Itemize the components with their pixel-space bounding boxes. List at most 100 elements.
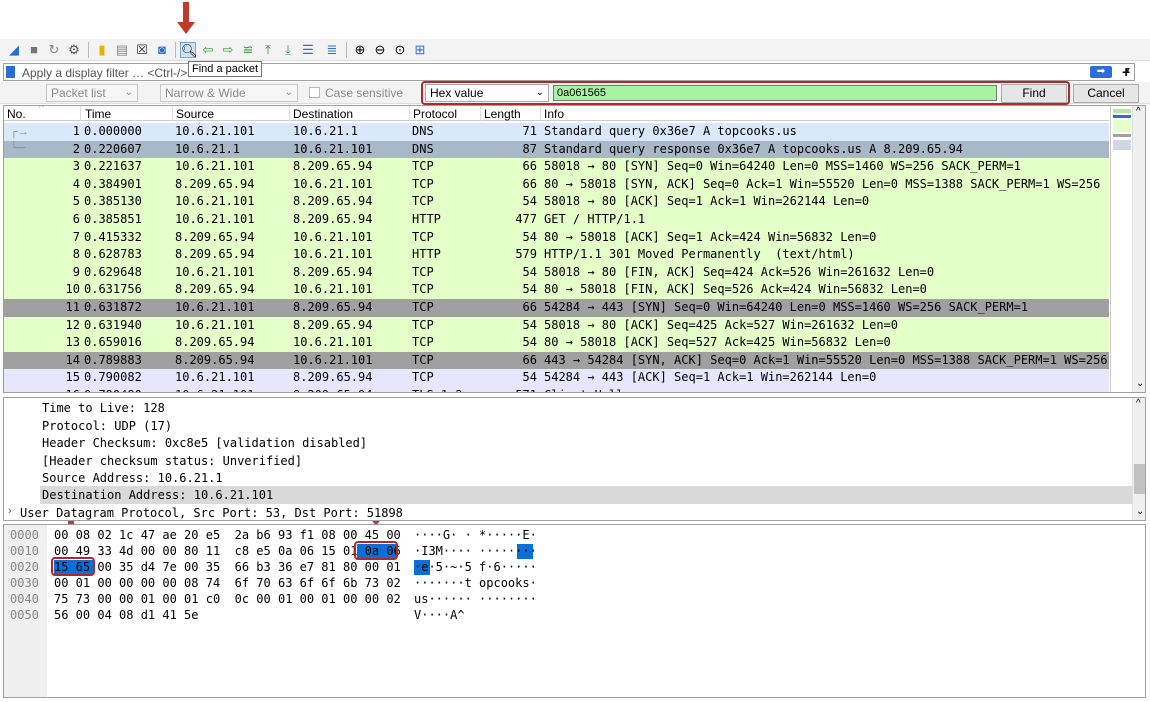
packet-row[interactable]: 10 0.631756 8.209.65.94 10.6.21.101 TCP 54 80 …	[4, 281, 1109, 299]
annotation-box-find-bar	[421, 81, 1070, 105]
detail-line[interactable]: Time to Live: 128	[42, 400, 165, 418]
packet-row[interactable]: 11 0.631872 10.6.21.101 8.209.65.94 TCP 66 542…	[4, 299, 1109, 317]
shark-fin-icon[interactable]: ◢	[6, 42, 22, 58]
char-width-select[interactable]: Narrow & Wide ⌄	[160, 84, 298, 102]
packet-length: 71	[522, 124, 537, 138]
reload-icon[interactable]: ◙	[154, 42, 170, 58]
packet-row[interactable]: 12 0.631940 10.6.21.101 8.209.65.94 TCP 54 580…	[4, 316, 1109, 335]
packet-destination: 8.209.65.94	[293, 264, 373, 279]
restart-icon[interactable]: ↻	[46, 42, 62, 58]
apply-filter-arrow-icon[interactable]: ➡	[1090, 66, 1112, 78]
bytes-ascii[interactable]: ·······t opcooks·	[414, 575, 537, 591]
column-header-source[interactable]: Source	[176, 107, 214, 121]
detail-line[interactable]: [Header checksum status: Unverified]	[42, 453, 302, 471]
go-back-icon[interactable]: ⇦	[200, 42, 216, 58]
packet-bytes[interactable]: 0000 00 08 02 1c 47 ae 20 e5 2a b6 93 f1…	[3, 524, 1146, 698]
scroll-thumb[interactable]	[1134, 464, 1145, 494]
details-scrollbar[interactable]: ^ ⌄	[1132, 398, 1145, 520]
bytes-hex[interactable]: 15 65 00 35 d4 7e 00 35 66 b3 36 e7 81 8…	[54, 559, 401, 575]
packet-minimap[interactable]	[1110, 106, 1132, 392]
detail-line-selected[interactable]: Destination Address: 10.6.21.101	[42, 487, 273, 505]
search-in-select[interactable]: Packet list ⌄	[46, 84, 138, 102]
packet-source: 10.6.21.101	[175, 300, 255, 314]
minimap-mark	[1113, 134, 1131, 137]
bytes-hex[interactable]: 56 00 04 08 d1 41 5e	[54, 607, 199, 623]
close-file-icon[interactable]: ☒	[134, 42, 150, 58]
packet-details[interactable]: Time to Live: 128 Protocol: UDP (17) Hea…	[3, 397, 1146, 521]
options-icon[interactable]: ⚙	[66, 42, 82, 58]
packet-row[interactable]: 5 0.385130 10.6.21.101 8.209.65.94 TCP 54 5801…	[4, 193, 1109, 211]
column-header-destination[interactable]: Destination	[293, 107, 353, 121]
detail-line[interactable]: Header Checksum: 0xc8e5 [validation disa…	[42, 435, 367, 453]
packet-list[interactable]: No. ^ Time Source Destination Protocol L…	[3, 105, 1146, 393]
packet-protocol: HTTP	[412, 247, 441, 262]
bytes-offset: 0010	[10, 544, 39, 558]
packet-row[interactable]: 7 0.415332 8.209.65.94 10.6.21.101 TCP 54 80 →…	[4, 228, 1109, 247]
autoscroll-icon[interactable]: ☰	[300, 42, 316, 58]
packet-protocol: TCP	[412, 300, 434, 314]
case-sensitive-checkbox[interactable]	[309, 87, 320, 98]
bytes-hex[interactable]: 00 49 33 4d 00 00 80 11 c8 e5 0a 06 15 0…	[54, 543, 401, 559]
packet-row[interactable]: 14 0.789883 8.209.65.94 10.6.21.101 TCP 66 443…	[4, 351, 1109, 370]
go-forward-icon[interactable]: ⇨	[220, 42, 236, 58]
packet-time: 0.631872	[84, 300, 142, 314]
go-last-icon[interactable]: ⤓	[280, 42, 296, 58]
packet-info: HTTP/1.1 301 Moved Permanently (text/htm…	[544, 247, 855, 262]
column-header-time[interactable]: Time	[85, 107, 111, 121]
packet-row[interactable]: 9 0.629648 10.6.21.101 8.209.65.94 TCP 54 5801…	[4, 263, 1109, 282]
bytes-ascii[interactable]: V····A^	[414, 607, 465, 623]
column-header-no[interactable]: No.	[7, 107, 26, 121]
packet-row[interactable]: 4 0.384901 8.209.65.94 10.6.21.101 TCP 66 80 →…	[4, 175, 1109, 194]
bytes-hex[interactable]: 00 08 02 1c 47 ae 20 e5 2a b6 93 f1 08 0…	[54, 527, 401, 543]
stop-icon[interactable]: ■	[26, 42, 42, 58]
packet-row[interactable]: 15 0.790082 10.6.21.101 8.209.65.94 TCP 54 542…	[4, 369, 1109, 387]
detail-line[interactable]: Source Address: 10.6.21.1	[42, 470, 223, 488]
packet-length: 579	[515, 247, 537, 262]
packet-row[interactable]: 2 0.220607 10.6.21.1 10.6.21.101 DNS 87 Standa…	[4, 140, 1109, 159]
packet-row[interactable]: 8 0.628783 8.209.65.94 10.6.21.101 HTTP 579 HT…	[4, 246, 1109, 264]
packet-row[interactable]: 6 0.385851 10.6.21.101 8.209.65.94 HTTP 477 GE…	[4, 211, 1109, 229]
packet-row[interactable]: 3 0.221637 10.6.21.101 8.209.65.94 TCP 66 5801…	[4, 158, 1109, 176]
bookmark-icon[interactable]	[6, 66, 15, 78]
resize-columns-icon[interactable]: ⊞	[412, 42, 428, 58]
find-packet-icon[interactable]: 🔍︎	[180, 42, 198, 58]
cancel-button[interactable]: Cancel	[1073, 84, 1139, 103]
scroll-up-icon[interactable]: ^	[1136, 398, 1141, 409]
packet-protocol: TCP	[412, 176, 434, 191]
zoom-in-icon[interactable]: ⊕	[352, 42, 368, 58]
display-filter-input[interactable]: Apply a display filter … <Ctrl-/>	[22, 66, 187, 80]
scroll-up-icon[interactable]: ^	[1136, 106, 1141, 117]
bytes-ascii[interactable]: ····G· · *·····E·	[414, 527, 537, 543]
packet-row[interactable]: 13 0.659016 8.209.65.94 10.6.21.101 TCP 54 80 …	[4, 334, 1109, 352]
bytes-ascii[interactable]: ·I3M···· ········	[414, 543, 537, 559]
packet-destination: 10.6.21.101	[293, 141, 373, 156]
packet-time: 0.790480	[84, 387, 142, 392]
bytes-ascii[interactable]: us······ ········	[414, 591, 537, 607]
go-first-icon[interactable]: ⤒	[260, 42, 276, 58]
normal-size-icon[interactable]: ⊙	[392, 42, 408, 58]
detail-line[interactable]: Protocol: UDP (17)	[42, 418, 172, 436]
column-header-length[interactable]: Length	[484, 107, 521, 121]
column-header-protocol[interactable]: Protocol	[413, 107, 457, 121]
open-icon[interactable]: ▮	[94, 42, 110, 58]
packet-row[interactable]: 1 0.000000 10.6.21.101 10.6.21.1 DNS 71 Standa…	[4, 123, 1109, 141]
go-to-packet-icon[interactable]: ≌	[240, 42, 256, 58]
packet-list-scrollbar[interactable]: ^ ⌄	[1132, 106, 1145, 392]
zoom-out-icon[interactable]: ⊖	[372, 42, 388, 58]
packet-time: 0.415332	[84, 229, 142, 244]
expand-chevron-icon[interactable]: ›	[8, 505, 12, 517]
add-filter-button-icon[interactable]: +	[1122, 64, 1130, 80]
packet-source: 10.6.21.101	[175, 124, 255, 138]
column-header-info[interactable]: Info	[544, 107, 564, 121]
packet-time: 0.628783	[84, 247, 142, 262]
scroll-down-icon[interactable]: ⌄	[1136, 378, 1144, 389]
save-icon[interactable]: ▤	[114, 42, 130, 58]
bytes-hex[interactable]: 75 73 00 00 01 00 01 c0 0c 00 01 00 01 0…	[54, 591, 401, 607]
detail-line-udp[interactable]: User Datagram Protocol, Src Port: 53, Ds…	[20, 505, 403, 520]
bytes-ascii[interactable]: ·e·5·~·5 f·6·····	[414, 559, 537, 575]
packet-row[interactable]: 16 0.790480 10.6.21.101 8.209.65.94 TLSv1.2 5…	[4, 387, 1109, 392]
colorize-icon[interactable]: ≣	[324, 42, 340, 58]
scroll-down-icon[interactable]: ⌄	[1136, 506, 1144, 517]
bytes-hex[interactable]: 00 01 00 00 00 00 08 74 6f 70 63 6f 6f 6…	[54, 575, 401, 591]
display-filter-bar[interactable]: Apply a display filter … <Ctrl-/> ➡ ▾	[3, 63, 1135, 81]
